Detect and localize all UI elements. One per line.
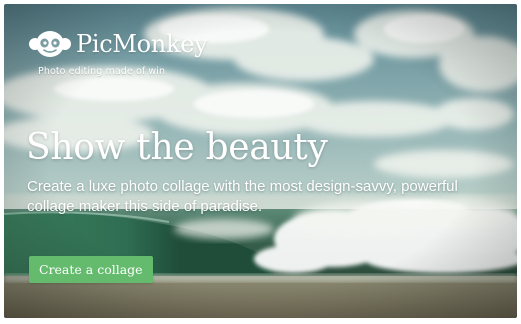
brand-logo[interactable]: PicMonkey xyxy=(28,28,208,60)
hero-description: Create a luxe photo collage with the mos… xyxy=(27,178,458,215)
brand-name: PicMonkey xyxy=(76,30,208,58)
create-collage-button[interactable]: Create a collage xyxy=(29,256,153,283)
hero-banner: PicMonkey Photo editing made of win Show… xyxy=(4,4,517,318)
brand-tagline: Photo editing made of win xyxy=(38,66,166,77)
hero-headline: Show the beauty xyxy=(26,127,328,168)
monkey-face-icon xyxy=(28,29,72,59)
page-frame: PicMonkey Photo editing made of win Show… xyxy=(0,0,521,324)
